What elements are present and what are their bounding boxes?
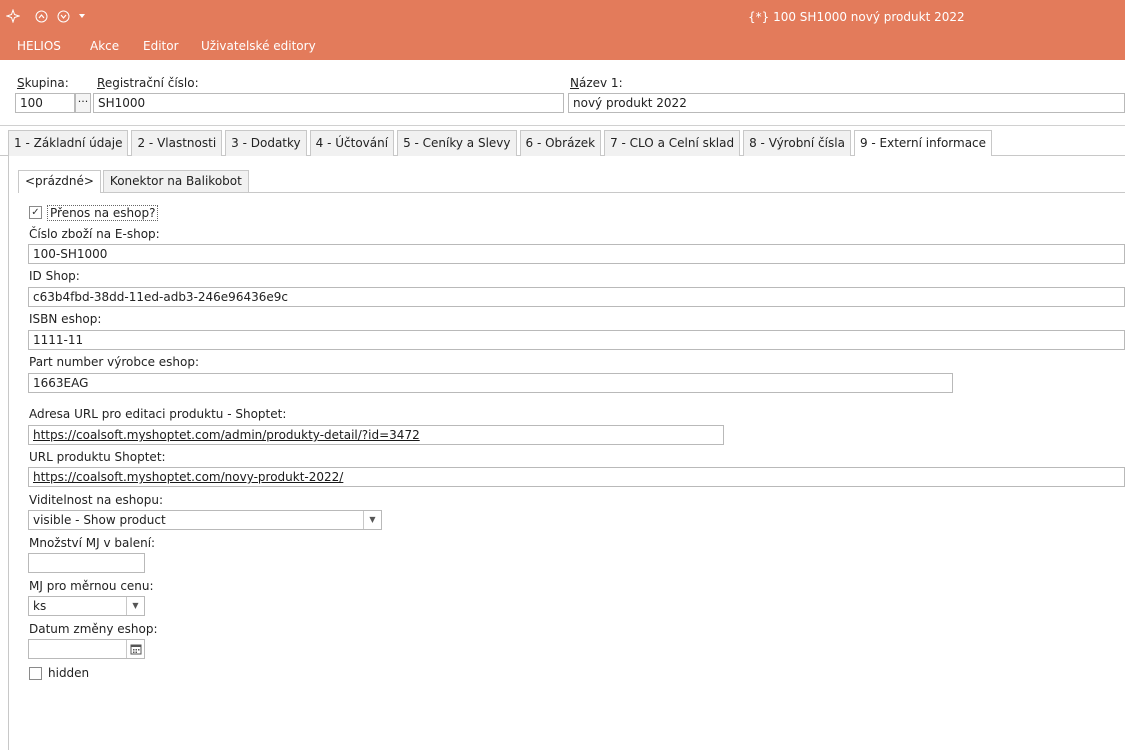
adresa-url-field[interactable]: https://coalsoft.myshoptet.com/admin/pro… — [28, 425, 724, 445]
cislo-zbozi-field[interactable]: 100-SH1000 — [28, 244, 1125, 264]
subtab-prazdne[interactable]: <prázdné> — [18, 170, 101, 193]
chevron-down-icon[interactable]: ▼ — [126, 597, 144, 615]
tab-dodatky[interactable]: 3 - Dodatky — [225, 130, 307, 156]
subtab-konektor-balikobot[interactable]: Konektor na Balikobot — [102, 170, 249, 192]
part-number-label: Part number výrobce eshop: — [29, 355, 200, 369]
url-produktu-label: URL produktu Shoptet: — [29, 450, 166, 464]
quick-access-toolbar — [6, 9, 86, 23]
tab-zakladni-udaje[interactable]: 1 - Základní údaje — [8, 130, 129, 156]
viditelnost-label: Viditelnost na eshopu: — [29, 493, 163, 507]
datum-field[interactable] — [28, 639, 145, 659]
idshop-field[interactable]: c63b4fbd-38dd-11ed-adb3-246e96436e9c — [28, 287, 1125, 307]
tab-vyrobni-cisla[interactable]: 8 - Výrobní čísla — [743, 130, 851, 156]
hidden-label: hidden — [48, 666, 90, 680]
idshop-label: ID Shop: — [29, 269, 80, 283]
tab-ceniky-a-slevy[interactable]: 5 - Ceníky a Slevy — [397, 130, 517, 156]
viditelnost-value: visible - Show product — [33, 513, 166, 527]
skupina-label: Skupina: — [17, 76, 69, 90]
tab-uctovani[interactable]: 4 - Účtování — [309, 130, 395, 156]
menu-bar: HELIOS Akce Editor Uživatelské editory — [0, 34, 1125, 60]
adresa-url-label: Adresa URL pro editaci produktu - Shopte… — [29, 407, 287, 421]
skupina-browse-button[interactable]: ··· — [75, 93, 91, 113]
dropdown-arrow-icon[interactable] — [78, 9, 86, 23]
part-number-field[interactable]: 1663EAG — [28, 373, 953, 393]
url-produktu-field[interactable]: https://coalsoft.myshoptet.com/novy-prod… — [28, 467, 1125, 487]
reg-label: Registrační číslo: — [97, 76, 199, 90]
record-header: Skupina: 100 ··· Registrační číslo: SH10… — [0, 60, 1125, 126]
isbn-field[interactable]: 1111-11 — [28, 330, 1125, 350]
calendar-icon[interactable] — [126, 640, 144, 658]
menu-item-akce[interactable]: Akce — [90, 39, 119, 53]
window-title: {*} 100 SH1000 nový produkt 2022 — [748, 10, 965, 24]
adresa-url-link[interactable]: https://coalsoft.myshoptet.com/admin/pro… — [33, 428, 420, 442]
menu-item-editor[interactable]: Editor — [143, 39, 179, 53]
menu-item-helios[interactable]: HELIOS — [17, 39, 61, 53]
mj-value: ks — [33, 599, 47, 613]
sparkle-icon[interactable] — [6, 9, 20, 23]
up-circle-icon[interactable] — [34, 9, 48, 23]
prenos-label: Přenos na eshop? — [47, 205, 159, 221]
datum-label: Datum změny eshop: — [29, 622, 158, 636]
tab-externi-informace[interactable]: 9 - Externí informace — [853, 130, 993, 157]
hidden-checkbox[interactable] — [29, 667, 42, 680]
check-icon: ✓ — [31, 207, 40, 218]
menu-item-uzivatelske-editory[interactable]: Uživatelské editory — [201, 39, 316, 53]
mj-label: MJ pro měrnou cenu: — [29, 579, 154, 593]
nazev-field[interactable]: nový produkt 2022 — [568, 93, 1125, 113]
tab-vlastnosti[interactable]: 2 - Vlastnosti — [131, 130, 223, 156]
tab-obrazek[interactable]: 6 - Obrázek — [519, 130, 602, 156]
mj-select[interactable]: ks ▼ — [28, 596, 145, 616]
viditelnost-select[interactable]: visible - Show product ▼ — [28, 510, 382, 530]
main-tabs: 1 - Základní údaje 2 - Vlastnosti 3 - Do… — [8, 130, 995, 157]
skupina-field[interactable]: 100 — [15, 93, 75, 113]
isbn-label: ISBN eshop: — [29, 312, 102, 326]
subtab-strip-line — [18, 192, 1125, 193]
mnozstvi-field[interactable] — [28, 553, 145, 573]
mnozstvi-label: Množství MJ v balení: — [29, 536, 156, 550]
reg-cislo-field[interactable]: SH1000 — [93, 93, 564, 113]
tab-clo-a-celni-sklad[interactable]: 7 - CLO a Celní sklad — [604, 130, 741, 156]
prenos-checkbox[interactable]: ✓ — [29, 206, 42, 219]
cislo-label: Číslo zboží na E-shop: — [29, 227, 160, 241]
nazev-label: Název 1: — [570, 76, 623, 90]
chevron-down-icon[interactable]: ▼ — [363, 511, 381, 529]
down-circle-icon[interactable] — [56, 9, 70, 23]
title-bar: {*} 100 SH1000 nový produkt 2022 — [0, 0, 1125, 34]
url-produktu-link[interactable]: https://coalsoft.myshoptet.com/novy-prod… — [33, 470, 343, 484]
sub-tabs: <prázdné> Konektor na Balikobot — [18, 170, 251, 193]
